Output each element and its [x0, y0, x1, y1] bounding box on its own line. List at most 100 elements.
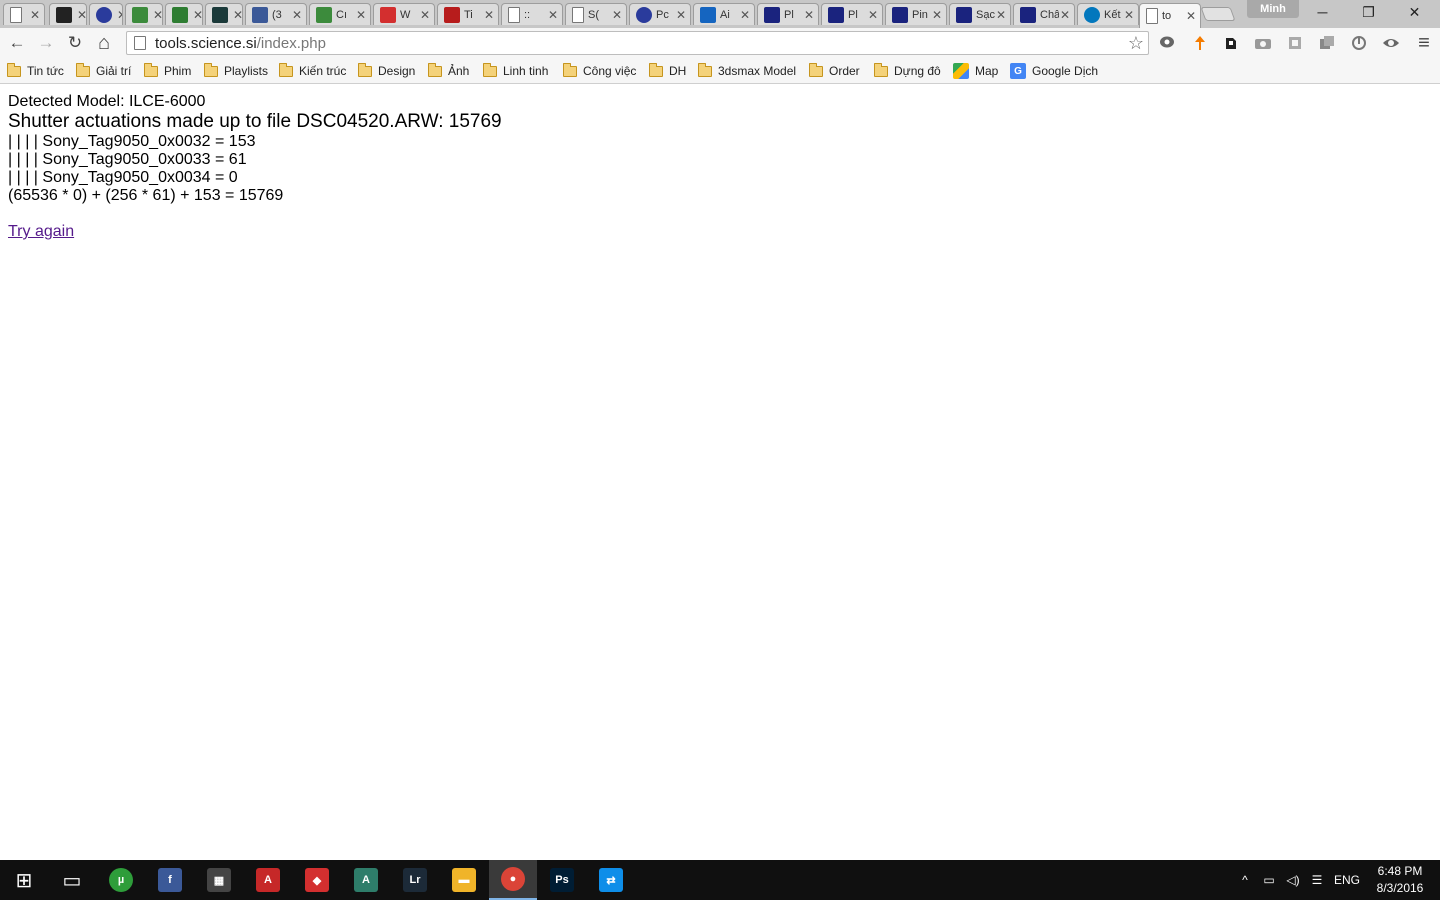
screen-capture-icon[interactable] [1285, 33, 1305, 53]
bookmark-item[interactable]: Order [808, 62, 860, 80]
home-button[interactable]: ⌂ [92, 31, 116, 55]
bookmark-item[interactable]: G Google Dịch [1010, 62, 1098, 80]
taskbar-start-button[interactable]: ⊞ [0, 860, 48, 900]
bookmark-item[interactable]: Phim [143, 62, 191, 80]
browser-tab[interactable]: Cı ✕ [309, 3, 371, 25]
browser-tab[interactable]: W ✕ [373, 3, 435, 25]
browser-tab[interactable]: Pin S.✕ [885, 3, 947, 25]
close-tab-icon[interactable]: ✕ [152, 8, 162, 22]
browser-tab[interactable]: Pl ✕ [821, 3, 883, 25]
evernote-icon[interactable] [1221, 33, 1241, 53]
volume-icon[interactable]: ◁) [1282, 860, 1304, 900]
close-tab-icon[interactable]: ✕ [867, 8, 879, 22]
back-button[interactable]: ← [5, 31, 29, 55]
close-tab-icon[interactable]: ✕ [547, 8, 559, 22]
browser-tab[interactable]: ✕ [205, 3, 243, 25]
browser-tab[interactable]: ✕ [125, 3, 163, 25]
bookmark-item[interactable]: 3dsmax Model [697, 62, 796, 80]
minimize-button[interactable]: ─ [1300, 0, 1345, 24]
close-tab-icon[interactable]: ✕ [419, 8, 431, 22]
close-tab-icon[interactable]: ✕ [1123, 8, 1135, 22]
restore-button[interactable]: ❐ [1346, 0, 1391, 24]
url-text[interactable]: tools.science.si/index.php [155, 35, 326, 52]
close-tab-icon[interactable]: ✕ [739, 8, 751, 22]
bookmark-item[interactable]: Công việc [562, 62, 636, 80]
reload-button[interactable]: ↻ [63, 31, 87, 55]
close-tab-icon[interactable]: ✕ [1185, 9, 1197, 23]
chrome-menu-icon[interactable]: ≡ [1414, 32, 1434, 54]
browser-tab[interactable]: Sạc P✕ [949, 3, 1011, 25]
address-bar[interactable]: tools.science.si/index.php ☆ [126, 31, 1149, 55]
browser-tab[interactable]: to ✕ [1139, 3, 1201, 28]
system-clock[interactable]: 6:48 PM 8/3/2016 [1368, 863, 1432, 897]
camera-icon[interactable] [1253, 33, 1273, 53]
browser-tab[interactable]: (3 ✕ [245, 3, 307, 25]
bookmark-item[interactable]: DH [648, 62, 686, 80]
close-tab-icon[interactable]: ✕ [116, 8, 122, 22]
bookmark-item[interactable]: Giải trí [75, 62, 131, 80]
language-indicator[interactable]: ENG [1332, 860, 1362, 900]
close-tab-icon[interactable]: ✕ [611, 8, 623, 22]
taskbar-photoshop-button[interactable]: Ps [538, 860, 586, 900]
close-tab-icon[interactable]: ✕ [232, 8, 242, 22]
browser-tab[interactable]: Pl ✕ [757, 3, 819, 25]
forward-button[interactable]: → [34, 31, 58, 55]
taskbar-teamviewer-button[interactable]: ⇄ [587, 860, 635, 900]
network-icon[interactable]: ▭ [1258, 860, 1280, 900]
try-again-link[interactable]: Try again [8, 223, 74, 240]
browser-tab[interactable]: ✕ [49, 3, 87, 25]
close-tab-icon[interactable]: ✕ [192, 8, 202, 22]
taskbar-file-explorer-button[interactable]: ▬ [440, 860, 488, 900]
taskbar-sketchup-button[interactable]: ◆ [293, 860, 341, 900]
page-icon [1146, 8, 1158, 24]
bookmark-item[interactable]: Ảnh [427, 62, 469, 80]
close-tab-icon[interactable]: ✕ [29, 8, 41, 22]
close-tab-icon[interactable]: ✕ [803, 8, 815, 22]
bookmark-item[interactable]: Kiến trúc [278, 62, 346, 80]
browser-tab[interactable]: Kết q✕ [1077, 3, 1139, 25]
close-tab-icon[interactable]: ✕ [291, 8, 303, 22]
close-tab-icon[interactable]: ✕ [675, 8, 687, 22]
browser-tab[interactable]: ✕ [165, 3, 203, 25]
close-tab-icon[interactable]: ✕ [1059, 8, 1071, 22]
profile-button[interactable]: Minh [1247, 0, 1299, 18]
browser-tab[interactable]: Ai ✕ [693, 3, 755, 25]
bookmark-item[interactable]: Design [357, 62, 415, 80]
close-tab-icon[interactable]: ✕ [76, 8, 86, 22]
bookmark-star-icon[interactable]: ☆ [1128, 33, 1144, 54]
orange-extension-icon[interactable] [1190, 33, 1210, 53]
browser-tab[interactable]: Chân✕ [1013, 3, 1075, 25]
close-tab-icon[interactable]: ✕ [483, 8, 495, 22]
tray-expand-icon[interactable]: ^ [1235, 860, 1255, 900]
power-icon[interactable] [1349, 33, 1369, 53]
notification-icon[interactable]: ☰ [1306, 860, 1328, 900]
browser-tab[interactable]: ✕ [3, 3, 45, 25]
bookmark-item[interactable]: Playlists [203, 62, 268, 80]
close-tab-icon[interactable]: ✕ [355, 8, 367, 22]
browser-tab[interactable]: S(✕ [565, 3, 627, 25]
taskbar-lightroom-button[interactable]: Lr [391, 860, 439, 900]
tab-title: Chân [1040, 8, 1059, 21]
taskbar-maps-app-button[interactable]: A [342, 860, 390, 900]
close-tab-icon[interactable]: ✕ [931, 8, 943, 22]
shield-extension-icon[interactable] [1381, 33, 1401, 53]
taskbar-autocad-button[interactable]: A [244, 860, 292, 900]
bookmark-item[interactable]: Linh tinh [482, 62, 548, 80]
bookmark-item[interactable]: Tin tức [6, 62, 64, 80]
taskbar-utorrent-button[interactable]: µ [97, 860, 145, 900]
browser-tab[interactable]: ✕ [89, 3, 123, 25]
bookmark-item[interactable]: Dựng đô [873, 62, 941, 80]
bookmark-item[interactable]: Map [953, 62, 998, 80]
close-tab-icon[interactable]: ✕ [995, 8, 1007, 22]
speech-bubble-icon[interactable] [1157, 33, 1177, 53]
taskbar-calculator-button[interactable]: ▦ [195, 860, 243, 900]
browser-tab[interactable]: :: ✕ [501, 3, 563, 25]
taskbar-chrome-button[interactable]: ● [489, 860, 537, 900]
layers-icon[interactable] [1317, 33, 1337, 53]
taskbar-task-view-button[interactable]: ▭ [48, 860, 96, 900]
close-window-button[interactable]: ✕ [1392, 0, 1437, 24]
taskbar-facebook-button[interactable]: f [146, 860, 194, 900]
browser-tab[interactable]: Pc ✕ [629, 3, 691, 25]
browser-tab[interactable]: Ti ✕ [437, 3, 499, 25]
new-tab-button[interactable] [1200, 7, 1236, 21]
